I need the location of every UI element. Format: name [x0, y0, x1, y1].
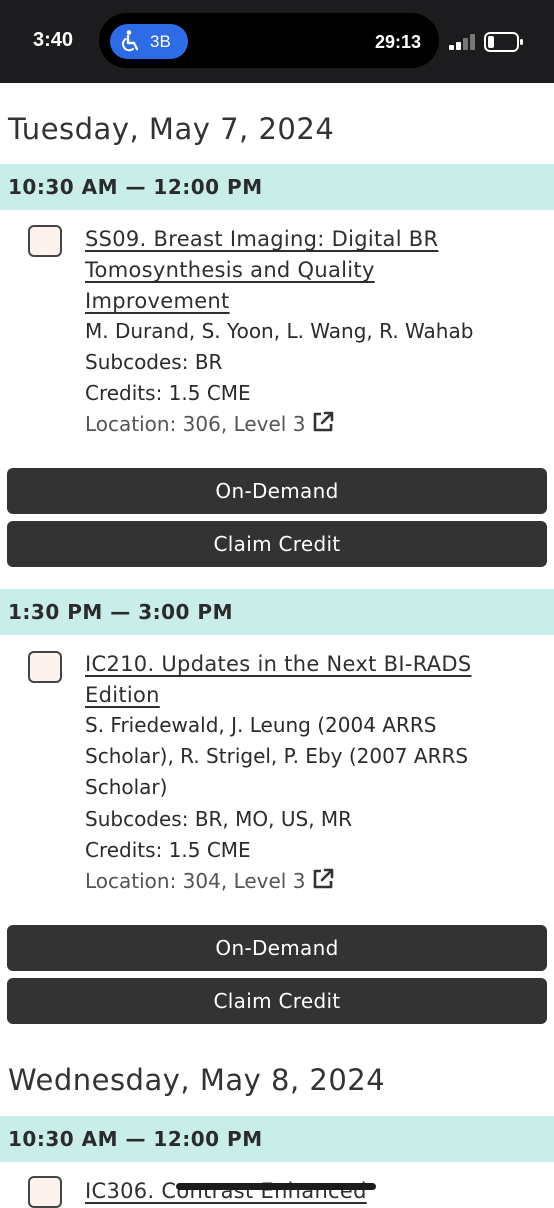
- day-heading: Wednesday, May 8, 2024: [8, 1063, 386, 1097]
- day-heading: Tuesday, May 7, 2024: [8, 112, 335, 146]
- timer: 29:13: [375, 32, 422, 52]
- session-credits: Credits: 1.5 CME: [85, 838, 251, 862]
- clock: 3:40: [33, 29, 74, 51]
- session-title-line: IC210. Updates in the Next BI-RADS: [85, 652, 472, 676]
- session-location[interactable]: Location: 304, Level 3: [85, 866, 335, 897]
- battery-icon: [484, 32, 523, 52]
- accessibility-icon: [122, 30, 139, 52]
- session-title-line: IC306. Contrast Enhanced: [85, 1179, 367, 1203]
- session-title-line: Tomosynthesis and Quality: [85, 258, 375, 282]
- time-slot-bar: 10:30 AM — 12:00 PM: [0, 164, 554, 210]
- speakers-line: Scholar): [85, 775, 168, 799]
- session-subcodes: Subcodes: BR, MO, US, MR: [85, 807, 353, 831]
- external-link-icon[interactable]: [311, 867, 335, 891]
- time-slot-bar: 10:30 AM — 12:00 PM: [0, 1116, 554, 1162]
- time-slot-label: 1:30 PM — 3:00 PM: [8, 600, 233, 624]
- session-title-line: Improvement: [85, 289, 230, 313]
- external-link-icon[interactable]: [311, 410, 335, 434]
- session-title-line: Edition: [85, 683, 160, 707]
- session-checkbox[interactable]: [28, 1176, 62, 1208]
- speakers-line: Scholar), R. Strigel, P. Eby (2007 ARRS: [85, 744, 469, 768]
- session-credits: Credits: 1.5 CME: [85, 381, 251, 405]
- session-location[interactable]: Location: 306, Level 3: [85, 409, 335, 440]
- status-bar: 3:40 3B 29:13: [0, 0, 554, 83]
- session-checkbox[interactable]: [28, 225, 62, 257]
- location-text: Location: 306, Level 3: [85, 412, 306, 436]
- session-speakers: S. Friedewald, J. Leung (2004 ARRS Schol…: [85, 710, 468, 803]
- on-demand-button[interactable]: On-Demand: [7, 468, 547, 514]
- session-title-line: SS09. Breast Imaging: Digital BR: [85, 227, 439, 251]
- on-demand-button[interactable]: On-Demand: [7, 925, 547, 971]
- session-checkbox[interactable]: [28, 651, 62, 683]
- live-activity-pill[interactable]: 3B: [110, 24, 188, 59]
- session-speakers: M. Durand, S. Yoon, L. Wang, R. Wahab: [85, 319, 474, 343]
- time-slot-label: 10:30 AM — 12:00 PM: [8, 1127, 263, 1151]
- claim-credit-button[interactable]: Claim Credit: [7, 521, 547, 567]
- time-slot-label: 10:30 AM — 12:00 PM: [8, 175, 263, 199]
- session-title-link[interactable]: IC306. Contrast Enhanced: [85, 1176, 535, 1207]
- session-title-link[interactable]: IC210. Updates in the Next BI-RADS Editi…: [85, 649, 535, 711]
- pill-label: 3B: [150, 32, 171, 51]
- session-subcodes: Subcodes: BR: [85, 350, 223, 374]
- location-text: Location: 304, Level 3: [85, 869, 306, 893]
- time-slot-bar: 1:30 PM — 3:00 PM: [0, 589, 554, 635]
- claim-credit-button[interactable]: Claim Credit: [7, 978, 547, 1024]
- home-indicator[interactable]: [176, 1183, 376, 1190]
- cellular-signal-icon: [449, 34, 475, 50]
- session-title-link[interactable]: SS09. Breast Imaging: Digital BR Tomosyn…: [85, 224, 535, 317]
- speakers-line: S. Friedewald, J. Leung (2004 ARRS: [85, 713, 437, 737]
